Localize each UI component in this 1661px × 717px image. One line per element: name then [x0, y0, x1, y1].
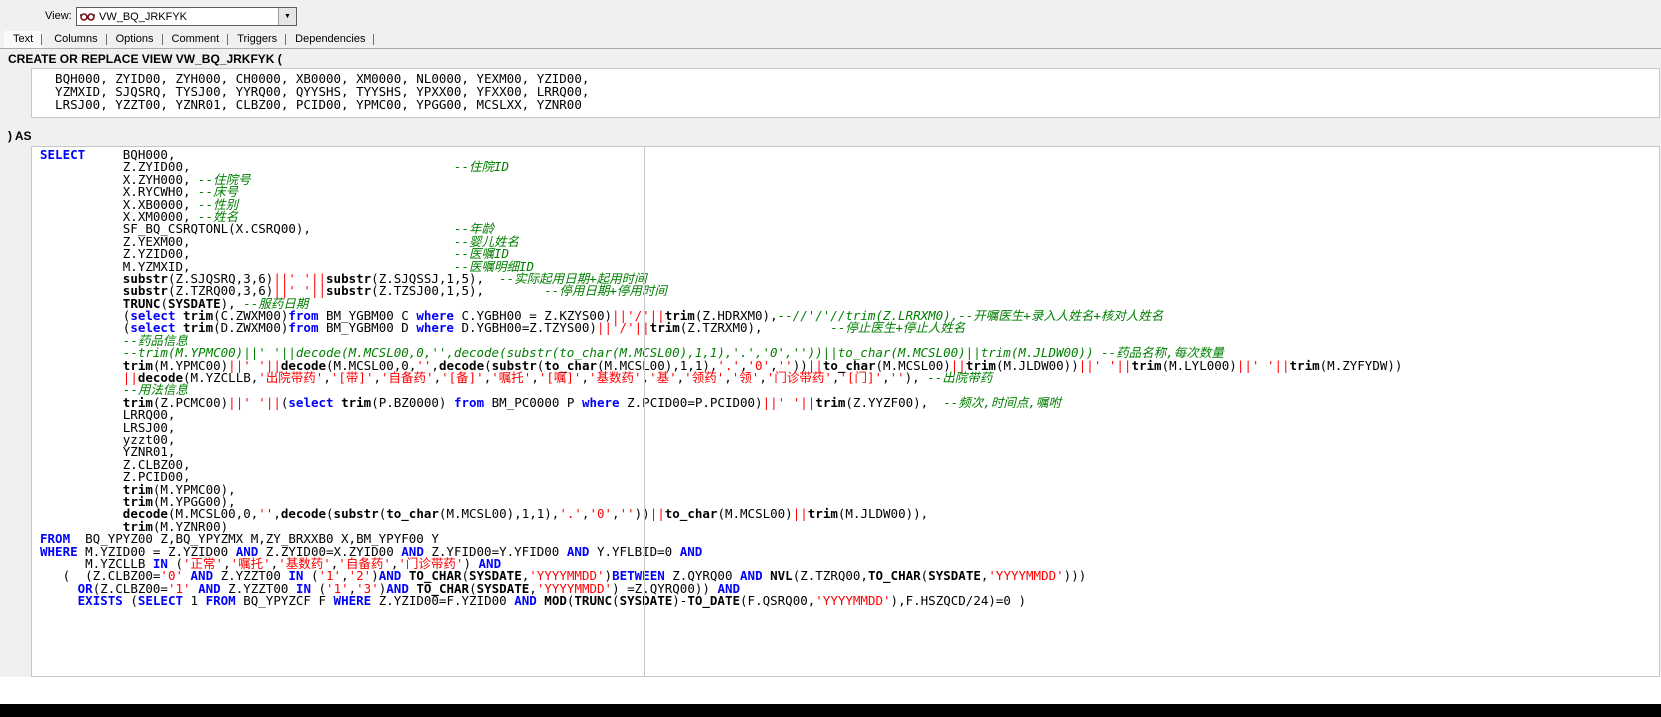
- tab-triggers[interactable]: Triggers: [228, 31, 287, 48]
- right-margin-line: [644, 147, 645, 676]
- sql-code-line: YZNR01,: [40, 444, 176, 460]
- sql-code-line: X.XB0000, --性别: [40, 196, 239, 212]
- tab-dependencies[interactable]: Dependencies: [286, 31, 375, 48]
- sql-editor[interactable]: SELECT BQH000, Z.ZYID00, --住院ID X.ZYH000…: [31, 146, 1660, 677]
- sql-code-line: Z.PCID00,: [40, 469, 191, 485]
- sql-code-line: trim(M.YPMC00),: [122, 481, 236, 497]
- sql-code-line: EXISTS (SELECT 1 FROM BQ_YPYZCF F WHERE …: [77, 593, 1027, 609]
- create-view-header: CREATE OR REPLACE VIEW VW_BQ_JRKFYK (: [8, 52, 282, 66]
- bottom-bar: [0, 704, 1661, 717]
- tab-text[interactable]: Text: [4, 31, 43, 48]
- sql-code: SELECT BQH000, Z.ZYID00, --住院ID X.ZYH000…: [40, 148, 1659, 609]
- toolbar: View: VW_BQ_JRKFYK ▼: [0, 0, 1661, 31]
- tab-comment[interactable]: Comment: [163, 31, 229, 48]
- columns-editor[interactable]: BQH000, ZYID00, ZYH000, CH0000, XB0000, …: [31, 68, 1660, 118]
- sql-code-line: yzzt00,: [40, 431, 176, 447]
- chevron-down-icon: ▼: [284, 13, 291, 20]
- view-combobox[interactable]: VW_BQ_JRKFYK ▼: [76, 7, 297, 26]
- as-header: ) AS: [8, 129, 32, 143]
- sql-code-line: LRSJ00,: [40, 419, 176, 435]
- sql-code-line: X.RYCWH0, --床号: [40, 184, 239, 200]
- view-object-icon: [80, 11, 96, 23]
- tab-columns[interactable]: Columns: [45, 31, 108, 48]
- sql-code-line: (select trim(D.ZWXM00)from BM_YGBM00 D w…: [40, 320, 966, 336]
- sql-code-line: trim(Z.PCMC00)||' '||(select trim(P.BZ00…: [122, 394, 1061, 410]
- sql-code-line: LRRQ00,: [40, 407, 176, 423]
- view-combobox-value: VW_BQ_JRKFYK: [99, 10, 188, 23]
- view-combobox-dropdown-button[interactable]: ▼: [278, 8, 296, 25]
- tab-bar: Text Columns Options Comment Triggers Depende…: [0, 31, 1661, 49]
- view-editor-window: View: VW_BQ_JRKFYK ▼ Text Columns Options C…: [0, 0, 1661, 717]
- sql-code-line: Z.CLBZ00,: [40, 456, 191, 472]
- sql-code-line: Z.ZYID00, --住院ID: [40, 159, 510, 175]
- sql-code-line: decode(M.MCSL00,0,'',decode(substr(to_ch…: [122, 506, 929, 522]
- tab-options[interactable]: Options: [107, 31, 163, 48]
- panel-gap: [0, 677, 1661, 704]
- column-list-line: LRSJ00, YZZT00, YZNR01, CLBZ00, PCID00, …: [40, 97, 582, 113]
- sql-code-line: ||decode(M.YZCLLB,'出院带药','[带]','自备药','[备…: [122, 370, 993, 386]
- sql-code-line: X.ZYH000, --住院号: [40, 171, 251, 187]
- view-label: View:: [45, 10, 72, 22]
